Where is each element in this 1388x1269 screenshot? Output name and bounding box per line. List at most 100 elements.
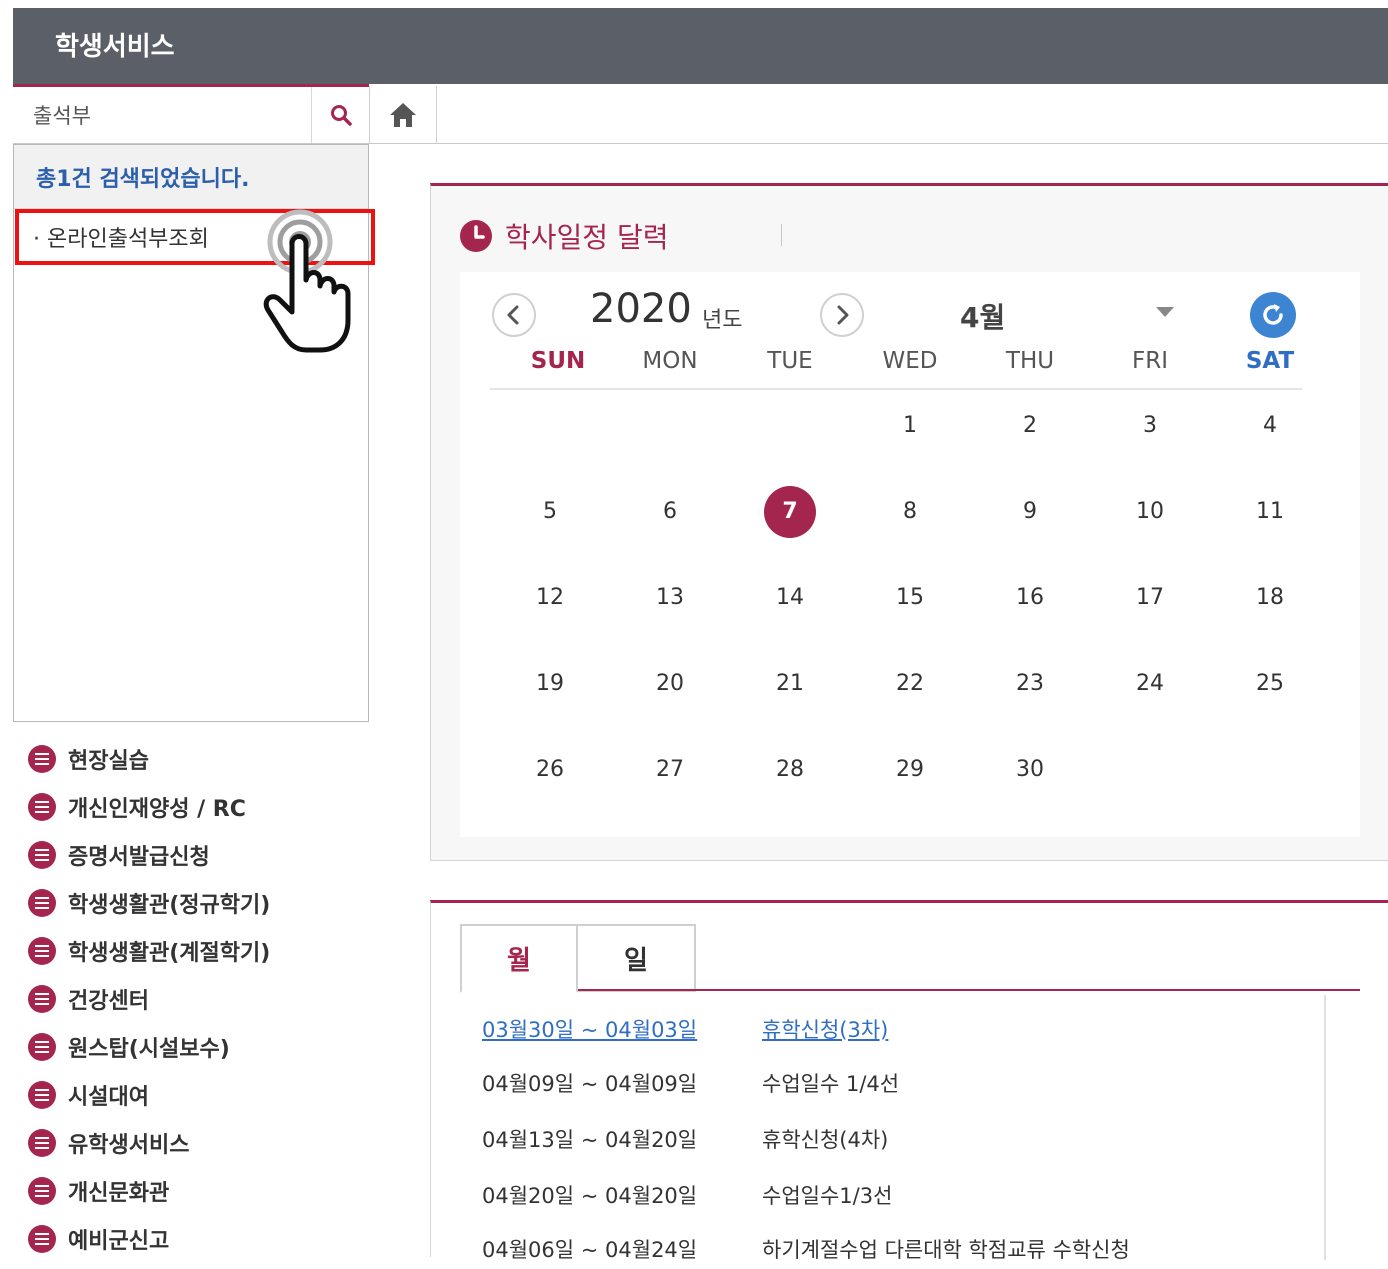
calendar-day[interactable]: 9 — [1000, 492, 1060, 532]
calendar-day[interactable]: 26 — [520, 750, 580, 790]
calendar-day[interactable]: 28 — [760, 750, 820, 790]
sidebar-item-label: 원스탑(시설보수) — [68, 1037, 230, 1062]
list-icon — [28, 1033, 56, 1061]
search-button[interactable] — [311, 87, 369, 143]
sidebar-item-label: 유학생서비스 — [68, 1133, 190, 1158]
calendar-day[interactable]: 20 — [640, 664, 700, 704]
sidebar-item[interactable]: 시설대여 — [28, 1075, 149, 1115]
weekday-tue: TUE — [767, 348, 813, 374]
menu-search-bar — [13, 84, 369, 144]
calendar-title-text: 학사일정 달력 — [505, 221, 669, 254]
divider — [460, 989, 1360, 991]
calendar-day[interactable]: 15 — [880, 578, 940, 618]
tab-month[interactable]: 월 — [460, 924, 578, 993]
list-icon — [28, 1177, 56, 1205]
calendar-day[interactable]: 17 — [1120, 578, 1180, 618]
sidebar-item[interactable]: 원스탑(시설보수) — [28, 1027, 230, 1067]
calendar-day[interactable]: 21 — [760, 664, 820, 704]
schedule-row[interactable]: 04월13일 ~ 04월20일 휴학신청(4차) — [482, 1119, 888, 1159]
calendar-day-today[interactable]: 7 — [764, 486, 816, 538]
calendar-day[interactable]: 11 — [1240, 492, 1300, 532]
list-icon — [28, 1129, 56, 1157]
calendar-day[interactable]: 24 — [1120, 664, 1180, 704]
schedule-row[interactable]: 03월30일 ~ 04월03일 휴학신청(3차) — [482, 1009, 888, 1049]
sidebar-item-label: 예비군신고 — [68, 1229, 170, 1254]
sidebar-item[interactable]: 증명서발급신청 — [28, 835, 210, 875]
weekday-sun: SUN — [530, 348, 586, 374]
calendar-day[interactable]: 4 — [1240, 406, 1300, 446]
weekday-mon: MON — [642, 348, 698, 374]
list-icon — [28, 1081, 56, 1109]
schedule-event: 휴학신청(3차) — [762, 1018, 889, 1042]
refresh-button[interactable] — [1250, 292, 1296, 338]
sidebar-item-label: 시설대여 — [68, 1085, 149, 1110]
calendar-day[interactable]: 12 — [520, 578, 580, 618]
weekday-sat: SAT — [1245, 348, 1295, 374]
divider — [437, 143, 1388, 144]
sidebar-item[interactable]: 유학생서비스 — [28, 1123, 189, 1163]
schedule-row[interactable]: 04월20일 ~ 04월20일 수업일수1/3선 — [482, 1175, 892, 1215]
calendar-day[interactable]: 3 — [1120, 406, 1180, 446]
list-icon — [28, 937, 56, 965]
sidebar-item[interactable]: 건강센터 — [28, 979, 149, 1019]
calendar-day[interactable]: 8 — [880, 492, 940, 532]
year-value: 2020 — [590, 286, 692, 332]
calendar-day[interactable]: 1 — [880, 406, 940, 446]
divider — [781, 224, 782, 246]
schedule-date: 04월13일 ~ 04월20일 — [482, 1128, 698, 1152]
list-icon — [28, 889, 56, 917]
sidebar-item[interactable]: 개신인재양성 / RC — [28, 787, 246, 827]
sidebar-item-label: 개신인재양성 / RC — [68, 797, 246, 822]
sidebar-item-label: 증명서발급신청 — [68, 845, 210, 870]
calendar-day[interactable]: 25 — [1240, 664, 1300, 704]
calendar-day[interactable]: 2 — [1000, 406, 1060, 446]
sidebar-item[interactable]: 현장실습 — [28, 739, 149, 779]
search-icon — [330, 105, 352, 126]
sidebar-item[interactable]: 학생생활관(정규학기) — [28, 883, 270, 923]
schedule-panel: 월 일 03월30일 ~ 04월03일 휴학신청(3차) 04월09일 ~ 04월… — [430, 900, 1388, 1262]
academic-calendar-panel: 학사일정 달력 2020 년도 4월 SUN MON TUE WED THU F… — [430, 183, 1388, 861]
sidebar-item-label: 건강센터 — [68, 989, 149, 1014]
search-result-count: 총1건 검색되었습니다. — [14, 145, 368, 209]
chevron-down-icon[interactable] — [1156, 307, 1174, 317]
calendar-day[interactable]: 27 — [640, 750, 700, 790]
calendar-day[interactable]: 29 — [880, 750, 940, 790]
calendar-day[interactable]: 14 — [760, 578, 820, 618]
schedule-date: 04월06일 ~ 04월24일 — [482, 1238, 698, 1262]
schedule-event: 하기계절수업 다른대학 학점교류 수학신청 — [762, 1238, 1130, 1262]
prev-year-button[interactable] — [492, 293, 536, 337]
home-button[interactable] — [369, 86, 437, 144]
schedule-row[interactable]: 04월06일 ~ 04월24일 하기계절수업 다른대학 학점교류 수학신청 — [482, 1229, 1130, 1269]
calendar-day[interactable]: 13 — [640, 578, 700, 618]
schedule-date: 03월30일 ~ 04월03일 — [482, 1018, 698, 1042]
calendar-day[interactable]: 30 — [1000, 750, 1060, 790]
list-icon — [28, 985, 56, 1013]
schedule-date: 04월20일 ~ 04월20일 — [482, 1184, 698, 1208]
schedule-row[interactable]: 04월09일 ~ 04월09일 수업일수 1/4선 — [482, 1063, 899, 1103]
list-icon — [28, 841, 56, 869]
tab-day[interactable]: 일 — [578, 924, 696, 992]
schedule-event: 휴학신청(4차) — [762, 1128, 889, 1152]
calendar-day[interactable]: 18 — [1240, 578, 1300, 618]
calendar-day[interactable]: 19 — [520, 664, 580, 704]
calendar-day[interactable]: 5 — [520, 492, 580, 532]
weekday-thu: THU — [1005, 348, 1055, 374]
next-year-button[interactable] — [820, 293, 864, 337]
schedule-date: 04월09일 ~ 04월09일 — [482, 1072, 698, 1096]
sidebar-item[interactable]: 개신문화관 — [28, 1171, 169, 1211]
weekday-fri: FRI — [1132, 348, 1168, 374]
sidebar-item[interactable]: 예비군신고 — [28, 1219, 169, 1259]
sidebar-item-label: 개신문화관 — [68, 1181, 170, 1206]
calendar-title: 학사일정 달력 — [459, 216, 668, 256]
sidebar-item[interactable]: 학생생활관(계절학기) — [28, 931, 270, 971]
search-input[interactable] — [13, 87, 311, 143]
calendar-day[interactable]: 10 — [1120, 492, 1180, 532]
month-select[interactable]: 4월 — [960, 296, 1005, 336]
chevron-right-icon — [837, 305, 849, 325]
app-title: 학생서비스 — [55, 32, 175, 62]
calendar-day[interactable]: 23 — [1000, 664, 1060, 704]
calendar-day[interactable]: 16 — [1000, 578, 1060, 618]
calendar-day[interactable]: 22 — [880, 664, 940, 704]
calendar: 2020 년도 4월 SUN MON TUE WED THU FRI SAT 1… — [460, 272, 1360, 837]
calendar-day[interactable]: 6 — [640, 492, 700, 532]
